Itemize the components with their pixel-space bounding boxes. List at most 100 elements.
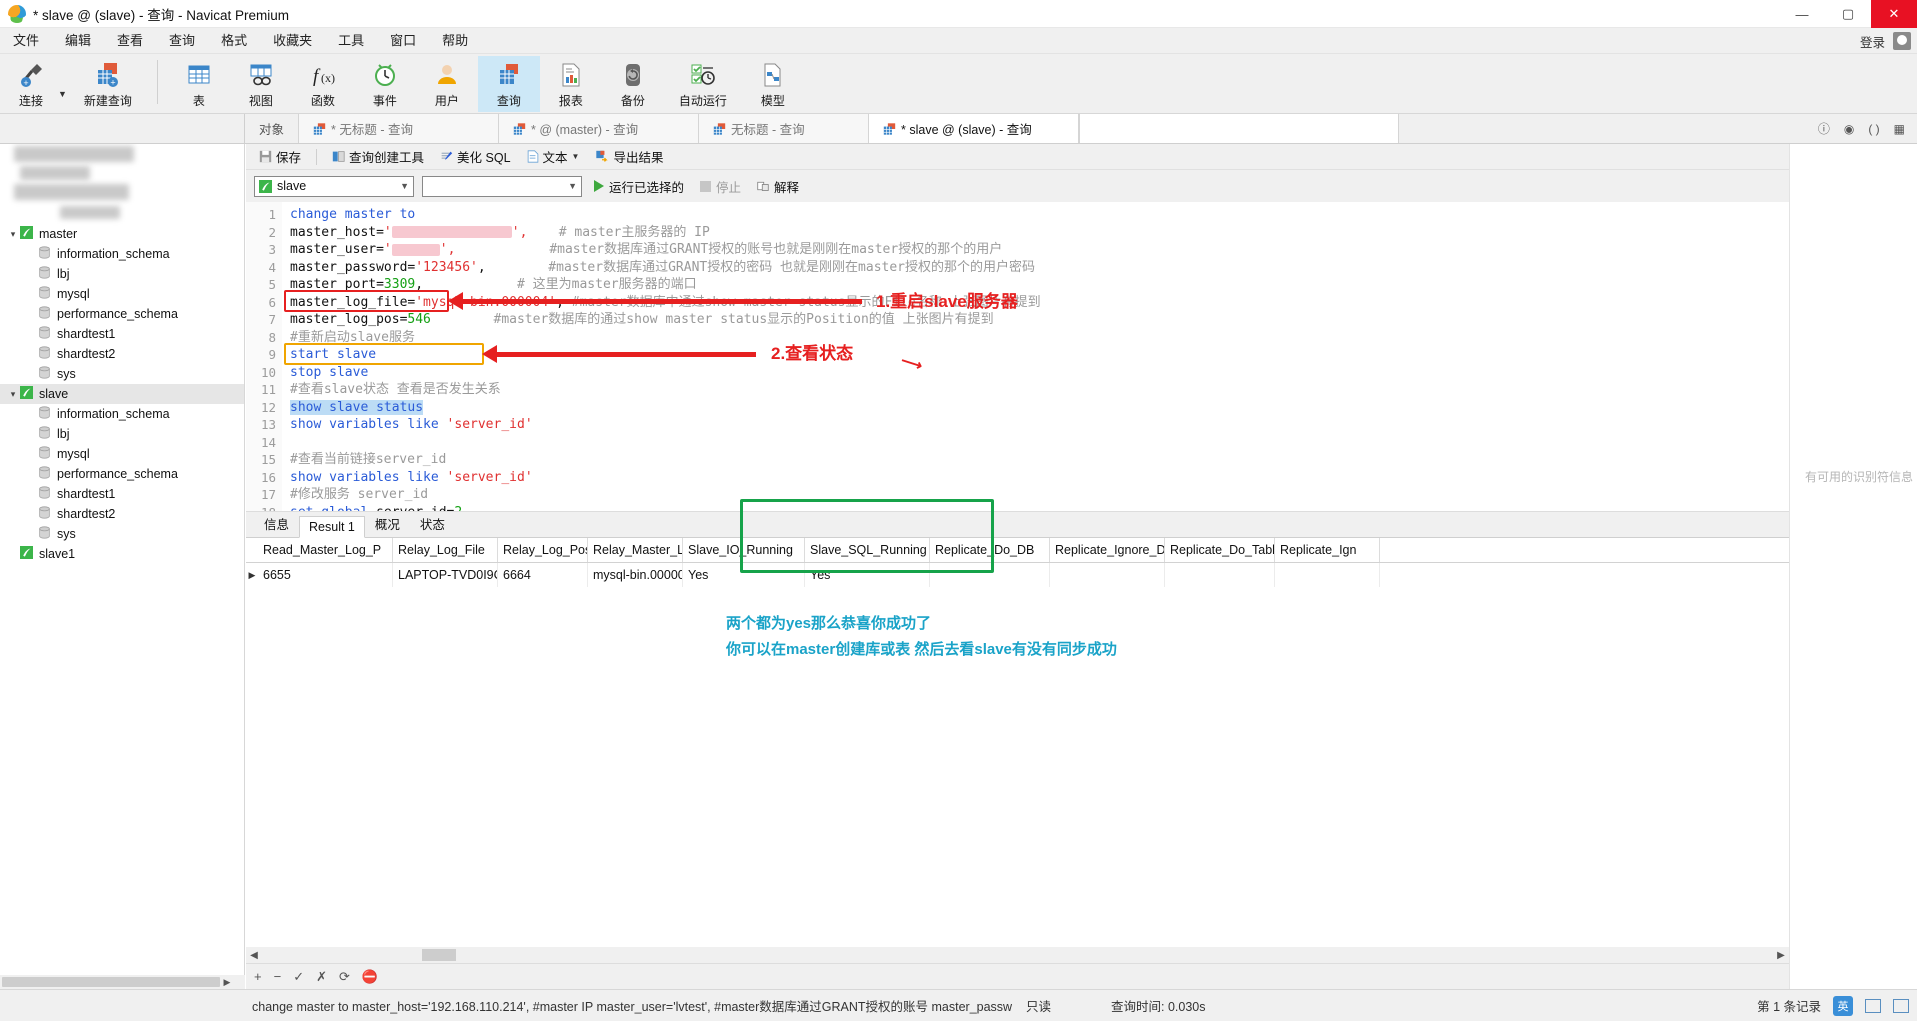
login-label[interactable]: 登录 <box>1860 32 1885 51</box>
menu-item-1[interactable]: 编辑 <box>52 28 104 54</box>
sidebar-item-sys[interactable]: sys <box>0 364 244 384</box>
form-view-icon[interactable] <box>1893 998 1909 1013</box>
column-header-Relay_Log_File[interactable]: Relay_Log_File <box>393 538 498 562</box>
result-tab-概况[interactable]: 概况 <box>365 510 410 537</box>
editor-line-3[interactable]: 3 master_user=' ', #master数据库通过GRANT授权的账号也… <box>246 241 1789 259</box>
toolbar-button-自动运行[interactable]: 自动运行 <box>664 56 742 112</box>
editor-line-8[interactable]: 8 #重新启动slave服务 <box>246 329 1789 347</box>
editor-line-10[interactable]: 10 stop slave <box>246 364 1789 382</box>
editor-line-1[interactable]: 1 change master to <box>246 206 1789 224</box>
connection-dropdown-caret[interactable]: ▼ <box>58 89 67 99</box>
refresh-button[interactable]: ⟳ <box>339 969 350 985</box>
cell-Replicate_Do_DB[interactable] <box>930 563 1050 587</box>
sidebar-item-master[interactable]: ▾ master <box>0 224 244 244</box>
sidebar-item-shardtest1[interactable]: shardtest1 <box>0 484 244 504</box>
toolbar-button-新建查询[interactable]: + 新建查询 <box>69 56 147 112</box>
editor-line-7[interactable]: 7 master_log_pos=546 #master数据库的通过show ma… <box>246 311 1789 329</box>
sidebar-item-information_schema[interactable]: information_schema <box>0 404 244 424</box>
cancel-record-button[interactable]: ✗ <box>316 969 327 985</box>
cell-Relay_Log_File[interactable]: LAPTOP-TVD0I9CD-r <box>393 563 498 587</box>
avatar[interactable] <box>1893 32 1911 50</box>
sidebar-scroll-thumb[interactable] <box>2 977 220 987</box>
cell-Replicate_Ign[interactable] <box>1275 563 1380 587</box>
tab-2[interactable]: 无标题 - 查询 <box>699 114 870 143</box>
sidebar-item-shardtest1[interactable]: shardtest1 <box>0 324 244 344</box>
add-record-button[interactable]: + <box>254 969 262 984</box>
tab-1[interactable]: * @ (master) - 查询 <box>499 114 700 143</box>
result-tab-Result-1[interactable]: Result 1 <box>299 516 365 538</box>
menu-item-4[interactable]: 格式 <box>208 28 260 54</box>
cell-Slave_SQL_Running[interactable]: Yes <box>805 563 930 587</box>
brackets-icon[interactable]: ( ) <box>1868 122 1879 136</box>
editor-line-4[interactable]: 4 master_password='123456', #master数据库通过G… <box>246 259 1789 277</box>
editor-line-12[interactable]: 12 show slave status <box>246 399 1789 417</box>
menu-item-7[interactable]: 窗口 <box>377 28 429 54</box>
toolbar-button-函数[interactable]: f (x) 函数 <box>292 56 354 112</box>
run-selected-button[interactable]: 运行已选择的 <box>590 177 688 196</box>
menu-item-3[interactable]: 查询 <box>156 28 208 54</box>
hscroll-track[interactable] <box>262 949 1773 961</box>
sidebar-item-shardtest2[interactable]: shardtest2 <box>0 344 244 364</box>
toolbar-button-表[interactable]: 表 <box>168 56 230 112</box>
tab-0[interactable]: * 无标题 - 查询 <box>299 114 500 143</box>
result-grid-body[interactable]: ▶6655LAPTOP-TVD0I9CD-r6664mysql-bin.0000… <box>246 563 1789 587</box>
connection-sidebar[interactable]: loc...▾masterinformation_schemalbjmysqlp… <box>0 144 245 989</box>
sidebar-item-performance_schema[interactable]: performance_schema <box>0 464 244 484</box>
sidebar-item-shardtest2[interactable]: shardtest2 <box>0 504 244 524</box>
result-tab-信息[interactable]: 信息 <box>254 510 299 537</box>
toolbar-button-查询[interactable]: 查询 <box>477 56 540 112</box>
chevron-down-icon[interactable]: ▾ <box>6 229 20 240</box>
sidebar-item-lbj[interactable]: lbj <box>0 424 244 444</box>
cell-Replicate_Do_Table[interactable] <box>1165 563 1275 587</box>
column-header-Replicate_Ign[interactable]: Replicate_Ign <box>1275 538 1380 562</box>
tab-objects[interactable]: 对象 <box>245 114 300 143</box>
eye-icon[interactable]: ◉ <box>1844 122 1854 136</box>
editor-line-15[interactable]: 15 #查看当前链接server_id <box>246 451 1789 469</box>
toolbar-button-备份[interactable]: 备份 <box>602 56 664 112</box>
toolbar-button-事件[interactable]: 事件 <box>354 56 416 112</box>
info-icon[interactable]: ⓘ <box>1818 120 1830 137</box>
editor-line-18[interactable]: 18 set global server_id=2 <box>246 504 1789 512</box>
scroll-right-arrow[interactable]: ▶ <box>1773 950 1789 961</box>
sidebar-item-sys[interactable]: sys <box>0 524 244 544</box>
sidebar-item-performance_schema[interactable]: performance_schema <box>0 304 244 324</box>
confirm-record-button[interactable]: ✓ <box>293 969 304 985</box>
toolbar-button-连接[interactable]: + 连接 <box>0 56 62 112</box>
scroll-left-arrow[interactable]: ◀ <box>246 950 262 961</box>
stop-button[interactable]: 停止 <box>696 177 745 196</box>
maximize-button[interactable]: ▢ <box>1825 0 1871 28</box>
toolbar-button-报表[interactable]: 报表 <box>540 56 602 112</box>
editor-line-9[interactable]: 9 start slave <box>246 346 1789 364</box>
sidebar-item-lbj[interactable]: lbj <box>0 264 244 284</box>
chevron-down-icon[interactable]: ▼ <box>572 152 580 161</box>
sidebar-item-mysql[interactable]: mysql <box>0 284 244 304</box>
menu-item-2[interactable]: 查看 <box>104 28 156 54</box>
secondary-select[interactable]: ▼ <box>422 175 582 197</box>
toolbar-button-视图[interactable]: 视图 <box>230 56 292 112</box>
sidebar-scroll-right-arrow[interactable]: ▶ <box>220 977 234 988</box>
beautify-sql-button[interactable]: 美化 SQL <box>435 147 516 166</box>
sidebar-item-slave[interactable]: ▾ slave <box>0 384 244 404</box>
column-header-Relay_Master_Log_F[interactable]: Relay_Master_Log_F <box>588 538 683 562</box>
cell-Relay_Master_Log_F[interactable]: mysql-bin.000004 <box>588 563 683 587</box>
editor-line-11[interactable]: 11 #查看slave状态 查看是否发生关系 <box>246 381 1789 399</box>
minimize-button[interactable]: — <box>1779 0 1825 28</box>
toolbar-button-模型[interactable]: 模型 <box>742 56 804 112</box>
sql-editor[interactable]: 1 change master to 2 master_host=' ', # mast… <box>246 202 1789 512</box>
menu-item-0[interactable]: 文件 <box>0 28 52 54</box>
column-header-Slave_SQL_Running[interactable]: Slave_SQL_Running <box>805 538 930 562</box>
hscroll-thumb[interactable] <box>422 949 456 961</box>
editor-line-17[interactable]: 17 #修改服务 server_id <box>246 486 1789 504</box>
tab-3[interactable]: * slave @ (slave) - 查询 <box>869 114 1080 143</box>
cell-Read_Master_Log_P[interactable]: 6655 <box>258 563 393 587</box>
export-result-button[interactable]: 导出结果 <box>590 147 668 166</box>
editor-line-13[interactable]: 13 show variables like 'server_id' <box>246 416 1789 434</box>
chevron-down-icon[interactable]: ▼ <box>568 181 577 191</box>
menu-item-6[interactable]: 工具 <box>325 28 377 54</box>
ime-indicator[interactable]: 英 <box>1833 995 1853 1016</box>
stop-load-button[interactable]: ⛔ <box>362 969 378 985</box>
login-area[interactable]: 登录 <box>1860 28 1911 54</box>
result-grid[interactable]: Read_Master_Log_P Relay_Log_File Relay_Log… <box>246 538 1789 587</box>
result-hscrollbar[interactable]: ◀ ▶ <box>246 947 1789 963</box>
editor-line-14[interactable]: 14 <box>246 434 1789 452</box>
